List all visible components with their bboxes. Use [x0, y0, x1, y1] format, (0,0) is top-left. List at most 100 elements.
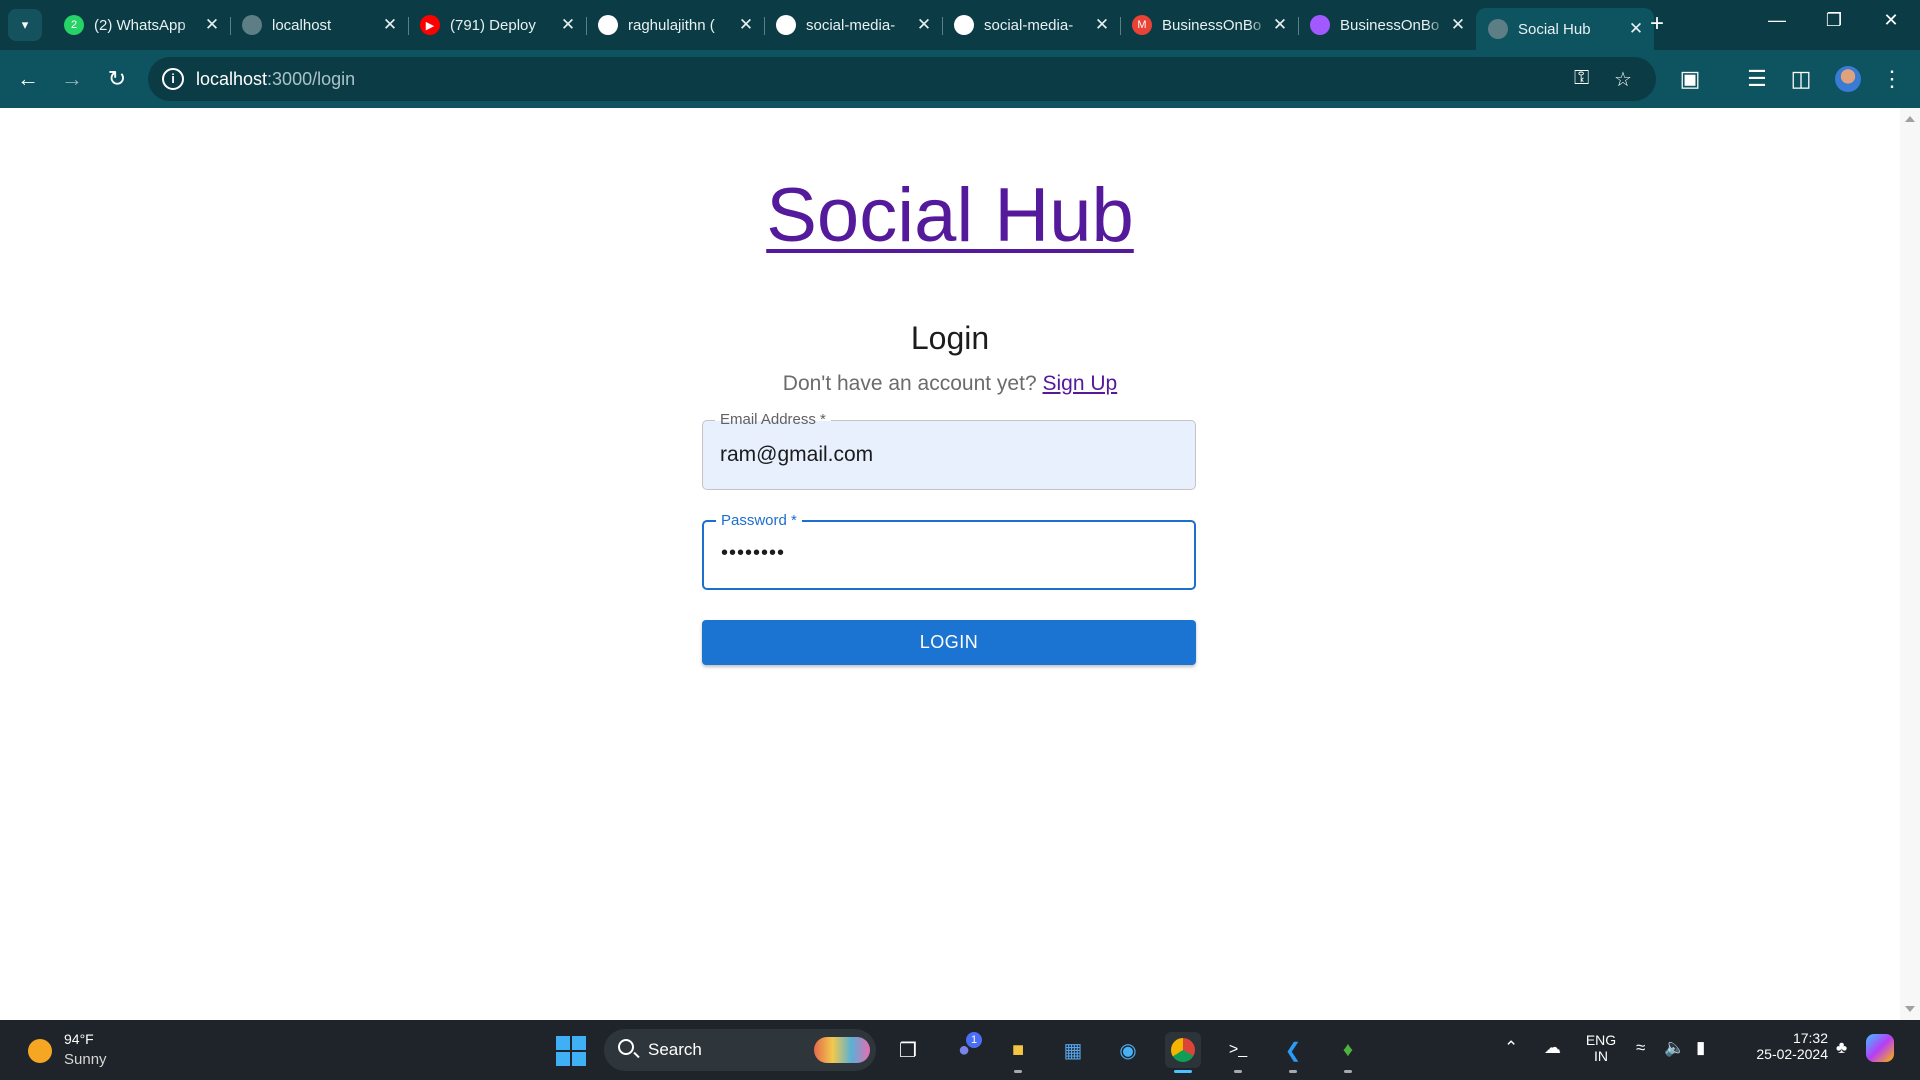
running-indicator: [1344, 1070, 1352, 1073]
task-view-button[interactable]: ❐: [890, 1032, 926, 1068]
clock-date: 25-02-2024: [1756, 1046, 1828, 1062]
browser-tab[interactable]: localhost ✕: [230, 8, 409, 42]
mongodb-button[interactable]: ♦: [1330, 1032, 1366, 1073]
taskbar-search-label: Search: [648, 1040, 702, 1059]
running-indicator: [1174, 1070, 1192, 1073]
globe-icon: [242, 15, 262, 35]
clock[interactable]: 17:32 25-02-2024: [1730, 1030, 1828, 1062]
notification-bell-icon[interactable]: ♣: [1836, 1038, 1847, 1058]
restore-button[interactable]: ❐: [1814, 10, 1854, 31]
browser-tab[interactable]: social-media- ✕: [942, 8, 1121, 42]
taskbar-search[interactable]: Search: [604, 1029, 876, 1071]
search-icon: [618, 1039, 634, 1055]
file-explorer-button[interactable]: ■: [1000, 1032, 1036, 1073]
browser-tab[interactable]: Social Hub ✕: [1476, 8, 1654, 50]
forward-button[interactable]: →: [56, 63, 88, 95]
browser-tab[interactable]: 2 (2) WhatsApp ✕: [52, 8, 231, 42]
page-scrollbar[interactable]: [1900, 108, 1920, 1020]
tab-title: (791) Deploy: [450, 16, 536, 34]
more-vert-icon: ⋮: [1881, 66, 1903, 91]
language-code: ENG: [1585, 1032, 1617, 1048]
signup-link[interactable]: Sign Up: [1042, 372, 1117, 395]
terminal-icon: >_: [1228, 1041, 1248, 1058]
address-bar[interactable]: i localhost:3000/login ⚿ ☆: [148, 57, 1656, 101]
figma-icon: [1310, 15, 1330, 35]
tab-close-icon[interactable]: ✕: [1092, 15, 1112, 35]
tab-close-icon[interactable]: ✕: [736, 15, 756, 35]
tab-close-icon[interactable]: ✕: [380, 15, 400, 35]
browser-tab[interactable]: BusinessOnBo ✕: [1298, 8, 1476, 42]
url-host: localhost: [196, 69, 268, 89]
vscode-button[interactable]: ❮: [1275, 1032, 1311, 1073]
tab-search-button[interactable]: ▾: [8, 9, 42, 41]
site-info-icon[interactable]: i: [162, 68, 184, 90]
media-control-button[interactable]: ☰: [1741, 63, 1773, 95]
tab-title: social-media-: [984, 16, 1074, 34]
tab-close-icon[interactable]: ✕: [1448, 15, 1468, 35]
teams-chat-button[interactable]: ● 1: [946, 1032, 982, 1068]
email-field[interactable]: Email Address * ram@gmail.com: [702, 411, 1196, 490]
app-button[interactable]: ◉: [1110, 1032, 1146, 1068]
password-key-icon[interactable]: ⚿: [1574, 67, 1589, 90]
folder-icon: ■: [1011, 1038, 1025, 1061]
ms-store-button[interactable]: ▦: [1055, 1032, 1091, 1068]
tab-title: localhost: [272, 16, 332, 34]
app-circle-icon: ◉: [1119, 1039, 1137, 1062]
battery-icon[interactable]: ▮: [1696, 1038, 1705, 1058]
email-value[interactable]: ram@gmail.com: [720, 443, 873, 467]
copilot-icon[interactable]: [1866, 1034, 1894, 1062]
windows-logo-icon: [572, 1036, 586, 1050]
reload-button[interactable]: ↻: [101, 63, 133, 95]
arrow-right-icon: →: [61, 66, 83, 91]
extensions-button[interactable]: ▣: [1674, 63, 1706, 95]
password-label: Password *: [716, 512, 802, 530]
browser-tab[interactable]: ▶ (791) Deploy ✕: [408, 8, 587, 42]
url-text[interactable]: localhost:3000/login: [196, 69, 355, 90]
volume-muted-icon[interactable]: 🔈: [1664, 1038, 1685, 1058]
tab-close-icon[interactable]: ✕: [1270, 15, 1290, 35]
browser-tab[interactable]: social-media- ✕: [764, 8, 943, 42]
password-value[interactable]: ••••••••: [721, 542, 785, 565]
profile-button[interactable]: [1832, 63, 1864, 95]
browser-tab[interactable]: raghulajithn (✕: [586, 8, 765, 42]
chevron-down-icon: ▾: [21, 17, 29, 32]
tab-close-icon[interactable]: ✕: [558, 15, 578, 35]
running-indicator: [1014, 1070, 1022, 1073]
start-button[interactable]: [556, 1036, 586, 1066]
tab-close-icon[interactable]: ✕: [1626, 19, 1646, 39]
onedrive-cloud-icon[interactable]: ☁: [1544, 1038, 1561, 1058]
password-field[interactable]: Password * ••••••••: [702, 512, 1196, 590]
chrome-icon: [1171, 1038, 1195, 1062]
scroll-up-arrow-icon[interactable]: [1905, 116, 1915, 122]
language-region: IN: [1594, 1048, 1608, 1064]
minimize-button[interactable]: —: [1757, 10, 1797, 31]
tab-title: (2) WhatsApp: [94, 16, 186, 34]
tray-overflow-chevron-icon[interactable]: ⌃: [1504, 1038, 1518, 1058]
email-label: Email Address *: [715, 411, 831, 429]
side-panel-icon: ◫: [1790, 66, 1812, 91]
brand-link[interactable]: Social Hub: [766, 173, 1134, 258]
chrome-button[interactable]: [1165, 1032, 1201, 1073]
bookmark-star-icon[interactable]: ☆: [1614, 67, 1632, 92]
scroll-down-arrow-icon[interactable]: [1905, 1006, 1915, 1012]
side-panel-button[interactable]: ◫: [1785, 63, 1817, 95]
tab-title: Social Hub: [1518, 20, 1591, 38]
weather-description: Sunny: [64, 1051, 107, 1068]
browser-toolbar: ← → ↻ i localhost:3000/login ⚿ ☆ ▣ ☰ ◫ ⋮: [0, 50, 1920, 108]
back-button[interactable]: ←: [12, 63, 44, 95]
language-indicator[interactable]: ENG IN: [1584, 1032, 1618, 1064]
wifi-icon[interactable]: ≈: [1636, 1038, 1645, 1058]
close-window-button[interactable]: ✕: [1871, 10, 1911, 31]
tab-close-icon[interactable]: ✕: [202, 15, 222, 35]
browser-tab[interactable]: M BusinessOnBo ✕: [1120, 8, 1299, 42]
login-button[interactable]: LOGIN: [702, 620, 1196, 665]
windows-logo-icon: [556, 1036, 570, 1050]
tab-close-icon[interactable]: ✕: [914, 15, 934, 35]
tab-title: BusinessOnBo: [1162, 16, 1262, 34]
sun-icon: [28, 1039, 52, 1063]
youtube-icon: ▶: [420, 15, 440, 35]
terminal-button[interactable]: >_: [1220, 1032, 1256, 1073]
chat-badge: 1: [966, 1032, 982, 1048]
browser-menu-button[interactable]: ⋮: [1876, 63, 1908, 95]
new-tab-button[interactable]: +: [1650, 12, 1664, 36]
